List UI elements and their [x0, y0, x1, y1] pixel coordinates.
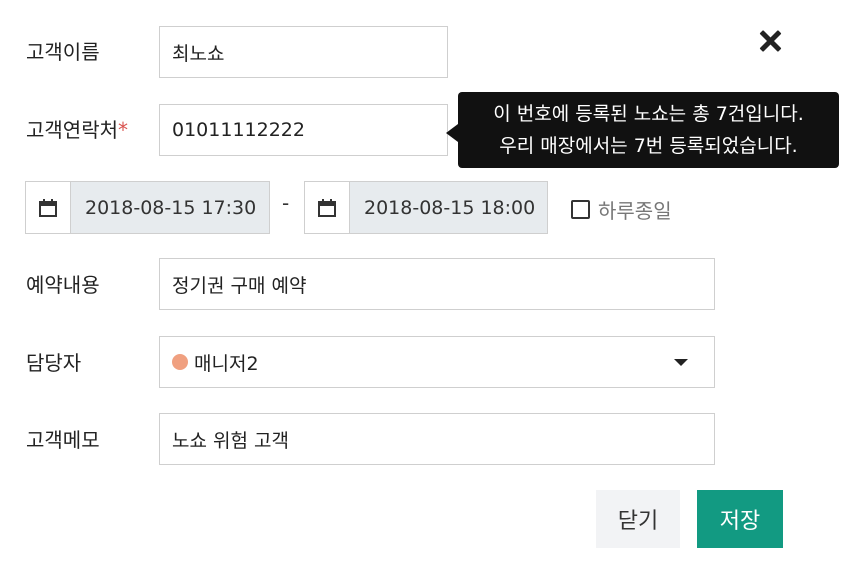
all-day-checkbox[interactable]: [571, 200, 590, 219]
required-mark: *: [118, 118, 128, 142]
calendar-icon: [39, 198, 57, 217]
tooltip-arrow: [446, 124, 458, 142]
save-button[interactable]: 저장: [697, 490, 783, 548]
end-calendar-button[interactable]: [305, 182, 350, 233]
close-button[interactable]: [756, 26, 786, 56]
customer-phone-label-text: 고객연락처: [26, 118, 118, 142]
reservation-content-input[interactable]: 정기권 구매 예약: [159, 258, 715, 310]
tooltip-line-1: 이 번호에 등록된 노쇼는 총 7건입니다.: [493, 103, 804, 125]
staff-label: 담당자: [26, 351, 82, 375]
start-datetime-value[interactable]: 2018-08-15 17:30: [71, 182, 269, 233]
chevron-down-icon: [674, 359, 688, 366]
date-separator: -: [282, 191, 290, 215]
end-datetime-value[interactable]: 2018-08-15 18:00: [350, 182, 547, 233]
noshow-tooltip: 이 번호에 등록된 노쇼는 총 7건입니다. 우리 매장에서는 7번 등록되었습…: [458, 92, 839, 168]
all-day-toggle[interactable]: 하루종일: [571, 195, 672, 224]
staff-select[interactable]: 매니저2: [159, 336, 715, 388]
customer-memo-input[interactable]: 노쇼 위험 고객: [159, 413, 715, 465]
start-calendar-button[interactable]: [26, 182, 71, 233]
start-date-picker[interactable]: 2018-08-15 17:30: [25, 181, 270, 234]
customer-name-input[interactable]: 최노쇼: [159, 26, 448, 78]
customer-phone-label: 고객연락처*: [26, 118, 128, 142]
staff-color-dot: [172, 354, 188, 370]
customer-phone-input[interactable]: 01011112222: [159, 104, 448, 156]
staff-select-value: 매니저2: [194, 352, 259, 375]
tooltip-line-2: 우리 매장에서는 7번 등록되었습니다.: [499, 135, 798, 157]
calendar-icon: [318, 198, 336, 217]
close-dialog-button[interactable]: 닫기: [596, 490, 680, 548]
customer-name-label: 고객이름: [26, 40, 100, 64]
customer-memo-label: 고객메모: [26, 428, 100, 452]
end-date-picker[interactable]: 2018-08-15 18:00: [304, 181, 548, 234]
reservation-content-label: 예약내용: [26, 273, 100, 297]
all-day-label: 하루종일: [598, 199, 672, 223]
